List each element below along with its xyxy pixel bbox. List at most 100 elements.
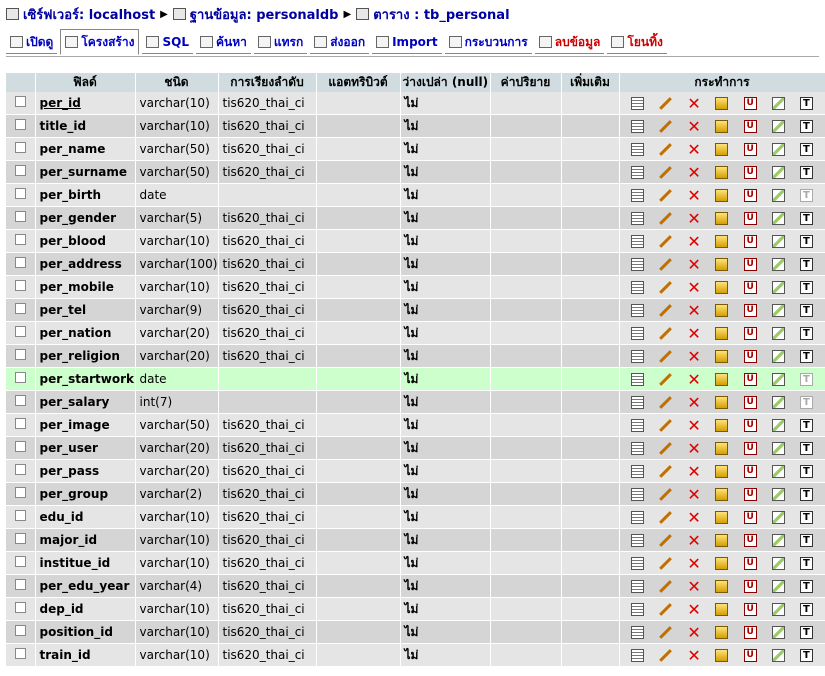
- fulltext-icon[interactable]: T: [799, 579, 813, 593]
- drop-icon[interactable]: ✕: [687, 348, 700, 364]
- drop-icon[interactable]: ✕: [687, 509, 700, 525]
- edit-icon[interactable]: [659, 488, 672, 501]
- index-icon[interactable]: [771, 464, 785, 478]
- browse-icon[interactable]: [631, 372, 645, 386]
- unique-icon[interactable]: U: [743, 395, 757, 409]
- row-checkbox[interactable]: [14, 142, 26, 153]
- index-icon[interactable]: [771, 395, 785, 409]
- primary-icon[interactable]: [715, 303, 729, 317]
- index-icon[interactable]: [771, 533, 785, 547]
- tab-7[interactable]: กระบวนการ: [444, 31, 532, 54]
- edit-icon[interactable]: [659, 603, 672, 616]
- edit-icon[interactable]: [659, 97, 672, 110]
- row-checkbox[interactable]: [14, 234, 26, 245]
- drop-icon[interactable]: ✕: [687, 95, 700, 111]
- unique-icon[interactable]: U: [743, 119, 757, 133]
- tab-3[interactable]: ค้นหา: [195, 31, 251, 54]
- unique-icon[interactable]: U: [743, 280, 757, 294]
- index-icon[interactable]: [771, 280, 785, 294]
- browse-icon[interactable]: [631, 326, 645, 340]
- browse-icon[interactable]: [631, 165, 645, 179]
- fulltext-icon[interactable]: T: [799, 556, 813, 570]
- browse-icon[interactable]: [631, 648, 645, 662]
- index-icon[interactable]: [771, 119, 785, 133]
- primary-icon[interactable]: [715, 372, 729, 386]
- row-checkbox[interactable]: [14, 280, 26, 291]
- index-icon[interactable]: [771, 418, 785, 432]
- primary-icon[interactable]: [715, 602, 729, 616]
- index-icon[interactable]: [771, 556, 785, 570]
- drop-icon[interactable]: ✕: [687, 118, 700, 134]
- drop-icon[interactable]: ✕: [687, 555, 700, 571]
- browse-icon[interactable]: [631, 464, 645, 478]
- drop-icon[interactable]: ✕: [687, 463, 700, 479]
- row-checkbox[interactable]: [14, 395, 26, 406]
- fulltext-icon[interactable]: T: [799, 510, 813, 524]
- fulltext-icon[interactable]: T: [799, 188, 813, 202]
- primary-icon[interactable]: [715, 464, 729, 478]
- row-checkbox[interactable]: [14, 349, 26, 360]
- primary-icon[interactable]: [715, 556, 729, 570]
- row-checkbox[interactable]: [14, 119, 26, 130]
- edit-icon[interactable]: [659, 166, 672, 179]
- primary-icon[interactable]: [715, 418, 729, 432]
- browse-icon[interactable]: [631, 579, 645, 593]
- unique-icon[interactable]: U: [743, 303, 757, 317]
- fulltext-icon[interactable]: T: [799, 533, 813, 547]
- drop-icon[interactable]: ✕: [687, 210, 700, 226]
- browse-icon[interactable]: [631, 234, 645, 248]
- row-checkbox[interactable]: [14, 303, 26, 314]
- drop-icon[interactable]: ✕: [687, 624, 700, 640]
- unique-icon[interactable]: U: [743, 464, 757, 478]
- unique-icon[interactable]: U: [743, 326, 757, 340]
- fulltext-icon[interactable]: T: [799, 487, 813, 501]
- breadcrumb-table[interactable]: ตาราง : tb_personal: [373, 4, 509, 25]
- primary-icon[interactable]: [715, 119, 729, 133]
- drop-icon[interactable]: ✕: [687, 325, 700, 341]
- row-checkbox[interactable]: [14, 625, 26, 636]
- fulltext-icon[interactable]: T: [799, 349, 813, 363]
- unique-icon[interactable]: U: [743, 188, 757, 202]
- primary-icon[interactable]: [715, 579, 729, 593]
- edit-icon[interactable]: [659, 258, 672, 271]
- browse-icon[interactable]: [631, 303, 645, 317]
- fulltext-icon[interactable]: T: [799, 648, 813, 662]
- edit-icon[interactable]: [659, 419, 672, 432]
- edit-icon[interactable]: [659, 511, 672, 524]
- drop-icon[interactable]: ✕: [687, 371, 700, 387]
- index-icon[interactable]: [771, 165, 785, 179]
- drop-icon[interactable]: ✕: [687, 440, 700, 456]
- drop-icon[interactable]: ✕: [687, 164, 700, 180]
- fulltext-icon[interactable]: T: [799, 119, 813, 133]
- unique-icon[interactable]: U: [743, 349, 757, 363]
- row-checkbox[interactable]: [14, 372, 26, 383]
- edit-icon[interactable]: [659, 396, 672, 409]
- index-icon[interactable]: [771, 257, 785, 271]
- drop-icon[interactable]: ✕: [687, 187, 700, 203]
- drop-icon[interactable]: ✕: [687, 601, 700, 617]
- unique-icon[interactable]: U: [743, 211, 757, 225]
- drop-icon[interactable]: ✕: [687, 532, 700, 548]
- field-column-header[interactable]: ฟิลด์: [35, 73, 136, 92]
- browse-icon[interactable]: [631, 418, 645, 432]
- fulltext-icon[interactable]: T: [799, 165, 813, 179]
- browse-icon[interactable]: [631, 142, 645, 156]
- browse-icon[interactable]: [631, 211, 645, 225]
- primary-icon[interactable]: [715, 533, 729, 547]
- unique-icon[interactable]: U: [743, 418, 757, 432]
- index-icon[interactable]: [771, 349, 785, 363]
- fulltext-icon[interactable]: T: [799, 602, 813, 616]
- row-checkbox[interactable]: [14, 556, 26, 567]
- edit-icon[interactable]: [659, 327, 672, 340]
- row-checkbox[interactable]: [14, 533, 26, 544]
- index-icon[interactable]: [771, 303, 785, 317]
- edit-icon[interactable]: [659, 143, 672, 156]
- unique-icon[interactable]: U: [743, 579, 757, 593]
- primary-icon[interactable]: [715, 487, 729, 501]
- breadcrumb-database[interactable]: ฐานข้อมูล: personaldb: [190, 4, 339, 25]
- browse-icon[interactable]: [631, 602, 645, 616]
- drop-icon[interactable]: ✕: [687, 647, 700, 663]
- index-icon[interactable]: [771, 96, 785, 110]
- index-icon[interactable]: [771, 648, 785, 662]
- primary-icon[interactable]: [715, 142, 729, 156]
